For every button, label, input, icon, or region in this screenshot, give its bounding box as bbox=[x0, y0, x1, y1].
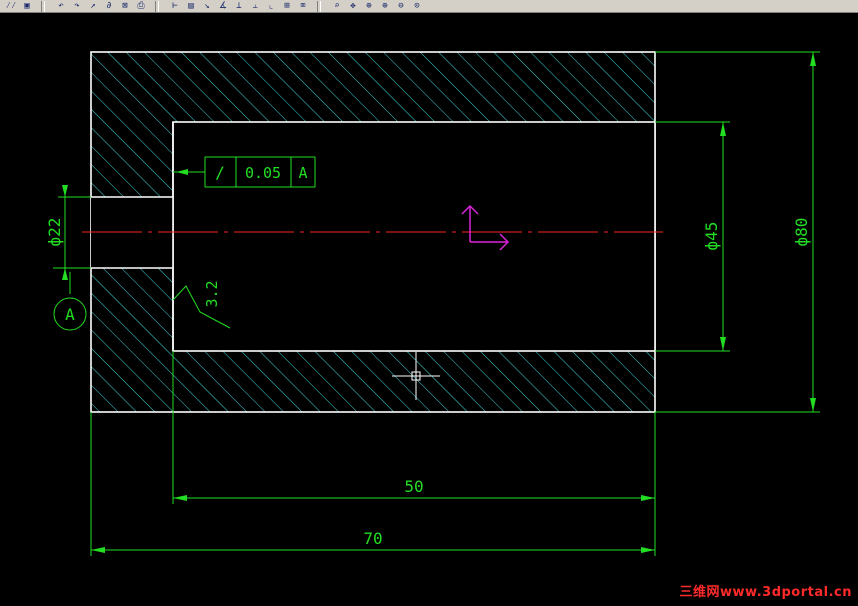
drawing-svg[interactable]: / 0.05 A 50 70 ф80 ф45 ф22 3.2 A bbox=[0, 12, 858, 602]
dim-diameter-hole: ф22 bbox=[45, 218, 64, 247]
save-icon[interactable]: ▣ bbox=[20, 1, 34, 12]
toolbar-group: ↶ ↷ ↗ ∂ ⊠ ⎙ bbox=[54, 0, 150, 12]
tolerance-symbol: / bbox=[215, 163, 225, 182]
dimension-icon[interactable]: ⊢ bbox=[168, 1, 182, 12]
grid-icon[interactable]: ⊠ bbox=[118, 1, 132, 12]
print-icon[interactable]: ⎙ bbox=[134, 1, 148, 12]
toolbar-group: ⌕ ✥ ⊕ ⊕ ⊖ ⊙ bbox=[330, 0, 426, 12]
dim-angle-icon[interactable]: ∡ bbox=[216, 1, 230, 12]
arrow-icon[interactable]: ↗ bbox=[86, 1, 100, 12]
table-icon[interactable]: ▤ bbox=[184, 1, 198, 12]
zoom-in-icon[interactable]: ⊕ bbox=[378, 1, 392, 12]
hatch-left-upper bbox=[91, 122, 173, 197]
tolerance-icon[interactable]: ⊞ bbox=[280, 1, 294, 12]
zoom-extents-icon[interactable]: ⊙ bbox=[410, 1, 424, 12]
zoom-realtime-icon[interactable]: ⊕ bbox=[362, 1, 376, 12]
drawing-canvas[interactable]: / 0.05 A 50 70 ф80 ф45 ф22 3.2 A bbox=[0, 12, 858, 602]
leader-icon[interactable]: ⌞ bbox=[264, 1, 278, 12]
bore-profile bbox=[172, 121, 656, 352]
pan-icon[interactable]: ✥ bbox=[346, 1, 360, 12]
tolerance-value: 0.05 bbox=[245, 164, 281, 182]
layer-icon[interactable]: ⁄⁄ bbox=[4, 1, 18, 12]
dim-length-bore: 50 bbox=[404, 477, 423, 496]
toolbar-separator bbox=[317, 0, 321, 12]
hatch-left-lower bbox=[91, 268, 173, 351]
redo-icon[interactable]: ↷ bbox=[70, 1, 84, 12]
undo-icon[interactable]: ↶ bbox=[54, 1, 68, 12]
datum-label: A bbox=[65, 305, 75, 324]
dim-vertical-icon[interactable]: ⊥ bbox=[232, 1, 246, 12]
toolbar-separator bbox=[41, 0, 45, 12]
zoom-window-icon[interactable]: ⌕ bbox=[330, 1, 344, 12]
hatch-bottom bbox=[91, 351, 655, 412]
dim-base-icon[interactable]: ⫠ bbox=[248, 1, 262, 12]
watermark: 三维网www.3dportal.cn bbox=[679, 585, 852, 600]
snap-icon[interactable]: ∂ bbox=[102, 1, 116, 12]
dim-diameter-bore: ф45 bbox=[702, 222, 721, 251]
toolbar-separator bbox=[155, 0, 159, 12]
dim-align-icon[interactable]: ↘ bbox=[200, 1, 214, 12]
toolbar-group: ⁄⁄ ▣ bbox=[4, 0, 36, 12]
edit-dim-icon[interactable]: ⌧ bbox=[296, 1, 310, 12]
tolerance-datum: A bbox=[298, 164, 307, 182]
dim-length-total: 70 bbox=[363, 529, 382, 548]
hatch-top bbox=[91, 52, 655, 122]
dim-diameter-outer: ф80 bbox=[792, 218, 811, 247]
roughness-value: 3.2 bbox=[203, 280, 221, 307]
zoom-out-icon[interactable]: ⊖ bbox=[394, 1, 408, 12]
toolbar-group: ⊢ ▤ ↘ ∡ ⊥ ⫠ ⌞ ⊞ ⌧ bbox=[168, 0, 312, 12]
